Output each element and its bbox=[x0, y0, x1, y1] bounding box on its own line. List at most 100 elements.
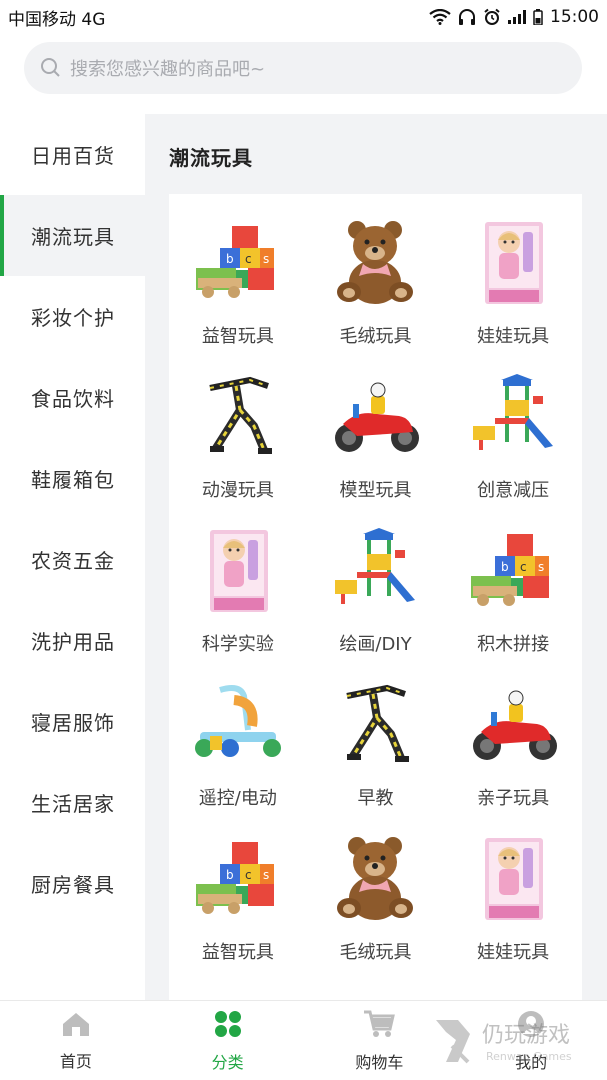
product-category-item[interactable]: 娃娃玩具 bbox=[444, 220, 582, 374]
status-bar: 中国移动 4G 15:00 bbox=[0, 0, 607, 34]
battery-icon bbox=[533, 9, 543, 25]
product-category-item[interactable]: b c s 益智玩具 bbox=[169, 836, 307, 990]
svg-text:c: c bbox=[245, 252, 252, 266]
product-category-label: 科学实验 bbox=[201, 634, 274, 655]
product-category-item[interactable]: 动漫玩具 bbox=[169, 374, 307, 528]
svg-text:b: b bbox=[226, 868, 234, 882]
nav-tab[interactable]: 购物车 bbox=[304, 1001, 456, 1080]
teddy-bear-image bbox=[327, 220, 423, 306]
robot-figure-image bbox=[190, 374, 286, 460]
signal-icon bbox=[508, 10, 526, 24]
product-category-item[interactable]: 模型玩具 bbox=[307, 374, 445, 528]
product-category-item[interactable]: b c s 益智玩具 bbox=[169, 220, 307, 374]
svg-text:s: s bbox=[263, 868, 269, 882]
doll-box-image bbox=[465, 220, 561, 306]
sidebar-item[interactable]: 日用百货 bbox=[0, 114, 145, 195]
product-category-label: 娃娃玩具 bbox=[477, 326, 550, 347]
nav-tab[interactable]: 分类 bbox=[152, 1001, 304, 1080]
motorbike-image bbox=[465, 682, 561, 768]
sidebar-item-label: 潮流玩具 bbox=[31, 225, 115, 249]
search-input[interactable]: 搜索您感兴趣的商品吧~ bbox=[24, 42, 582, 94]
sidebar-item-label: 寝居服饰 bbox=[31, 711, 115, 735]
product-category-label: 亲子玩具 bbox=[477, 788, 550, 809]
sidebar-item-label: 食品饮料 bbox=[31, 387, 115, 411]
sidebar-item[interactable]: 食品饮料 bbox=[0, 357, 145, 438]
product-category-item[interactable]: 绘画/DIY bbox=[307, 528, 445, 682]
nav-tab[interactable]: 首页 bbox=[0, 1001, 152, 1080]
doll-box-image bbox=[465, 836, 561, 922]
product-category-label: 娃娃玩具 bbox=[477, 942, 550, 963]
sidebar-item-label: 洗护用品 bbox=[31, 630, 115, 654]
product-category-item[interactable]: 娃娃玩具 bbox=[444, 836, 582, 990]
product-category-label: 遥控/电动 bbox=[198, 788, 277, 809]
product-category-item[interactable]: 创意减压 bbox=[444, 374, 582, 528]
nav-tab-label: 购物车 bbox=[355, 1052, 404, 1072]
motorbike-image bbox=[327, 374, 423, 460]
product-category-item[interactable]: 亲子玩具 bbox=[444, 682, 582, 836]
product-category-item[interactable]: b c s 积木拼接 bbox=[444, 528, 582, 682]
svg-text:b: b bbox=[501, 560, 509, 574]
doll-box-image bbox=[190, 528, 286, 614]
svg-text:s: s bbox=[263, 252, 269, 266]
sidebar-item[interactable]: 农资五金 bbox=[0, 519, 145, 600]
product-category-label: 动漫玩具 bbox=[201, 480, 274, 501]
product-category-label: 益智玩具 bbox=[201, 942, 274, 963]
sidebar-item-label: 日用百货 bbox=[31, 144, 115, 168]
product-category-item[interactable]: 早教 bbox=[307, 682, 445, 836]
sidebar-item-label: 农资五金 bbox=[31, 549, 115, 573]
category-content: 潮流玩具 b c s 益智玩具 毛绒玩具 娃娃玩具 动漫玩具 模型玩具 创意减压… bbox=[145, 114, 607, 1000]
sidebar-item[interactable]: 鞋履箱包 bbox=[0, 438, 145, 519]
svg-text:c: c bbox=[520, 560, 527, 574]
svg-text:b: b bbox=[226, 252, 234, 266]
sidebar-item[interactable]: 彩妆个护 bbox=[0, 276, 145, 357]
category-icon bbox=[213, 1009, 243, 1043]
sidebar-item-label: 厨房餐具 bbox=[31, 873, 115, 897]
nav-tab-label: 我的 bbox=[515, 1052, 548, 1072]
sidebar-item[interactable]: 生活居家 bbox=[0, 762, 145, 843]
home-icon bbox=[61, 1010, 91, 1042]
sidebar-item[interactable]: 潮流玩具 bbox=[0, 195, 145, 276]
alarm-icon bbox=[484, 8, 500, 25]
product-category-label: 模型玩具 bbox=[339, 480, 412, 501]
search-icon bbox=[41, 58, 60, 77]
product-category-item[interactable]: 毛绒玩具 bbox=[307, 220, 445, 374]
wifi-icon bbox=[429, 9, 451, 25]
svg-text:s: s bbox=[538, 560, 544, 574]
blocks-cart-image: b c s bbox=[190, 836, 286, 922]
clock-time: 15:00 bbox=[550, 7, 599, 27]
sidebar-item-label: 生活居家 bbox=[31, 792, 115, 816]
nav-tab-label: 分类 bbox=[211, 1052, 244, 1072]
product-category-label: 积木拼接 bbox=[477, 634, 550, 655]
nav-tab[interactable]: 我的 bbox=[455, 1001, 607, 1080]
status-right: 15:00 bbox=[429, 7, 599, 27]
playground-image bbox=[327, 528, 423, 614]
teddy-bear-image bbox=[327, 836, 423, 922]
category-sidebar: 日用百货潮流玩具彩妆个护食品饮料鞋履箱包农资五金洗护用品寝居服饰生活居家厨房餐具 bbox=[0, 114, 145, 1000]
product-category-item[interactable]: 遥控/电动 bbox=[169, 682, 307, 836]
headphones-icon bbox=[459, 9, 475, 25]
bottom-nav: 首页 分类 购物车 我的 bbox=[0, 1000, 607, 1080]
sidebar-item[interactable]: 洗护用品 bbox=[0, 600, 145, 681]
blocks-cart-image: b c s bbox=[190, 220, 286, 306]
product-category-item[interactable]: 毛绒玩具 bbox=[307, 836, 445, 990]
search-placeholder: 搜索您感兴趣的商品吧~ bbox=[70, 59, 266, 80]
ride-on-image bbox=[190, 682, 286, 768]
product-category-label: 毛绒玩具 bbox=[339, 326, 412, 347]
nav-tab-label: 首页 bbox=[59, 1051, 92, 1071]
product-category-label: 早教 bbox=[357, 788, 394, 809]
sidebar-item[interactable]: 厨房餐具 bbox=[0, 843, 145, 924]
product-category-label: 绘画/DIY bbox=[339, 634, 412, 655]
sidebar-item-label: 鞋履箱包 bbox=[31, 468, 115, 492]
playground-image bbox=[465, 374, 561, 460]
status-left: 中国移动 4G bbox=[8, 5, 105, 30]
carrier-label: 中国移动 4G bbox=[8, 9, 106, 30]
sidebar-item-label: 彩妆个护 bbox=[31, 306, 115, 330]
blocks-cart-image: b c s bbox=[465, 528, 561, 614]
product-grid: b c s 益智玩具 毛绒玩具 娃娃玩具 动漫玩具 模型玩具 创意减压 科学实验… bbox=[169, 194, 582, 1000]
product-category-label: 益智玩具 bbox=[201, 326, 274, 347]
product-category-label: 创意减压 bbox=[477, 480, 550, 501]
cart-icon bbox=[363, 1009, 396, 1043]
sidebar-item[interactable]: 寝居服饰 bbox=[0, 681, 145, 762]
product-category-item[interactable]: 科学实验 bbox=[169, 528, 307, 682]
svg-text:c: c bbox=[245, 868, 252, 882]
